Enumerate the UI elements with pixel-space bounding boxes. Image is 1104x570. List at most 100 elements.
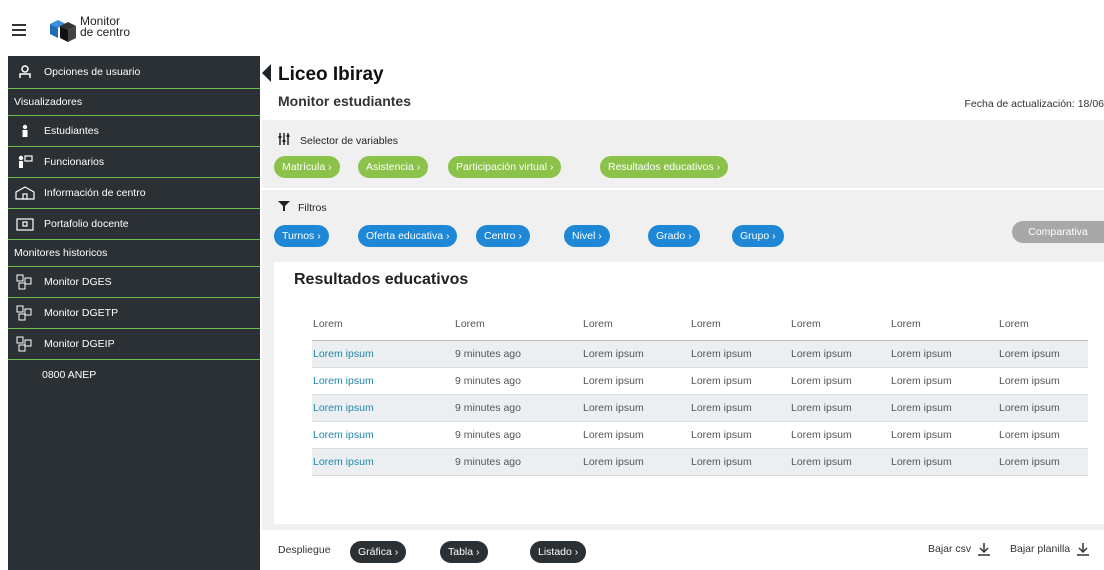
page-header: Liceo Ibiray Monitor estudiantes Fecha d…: [262, 56, 1104, 120]
sidebar-item-label: Monitor DGES: [44, 276, 112, 288]
download-icon: [978, 543, 991, 556]
student-icon: [14, 124, 36, 138]
table-cell: 9 minutes ago: [454, 448, 582, 476]
menu-icon[interactable]: [12, 24, 26, 36]
download-csv-label: Bajar csv: [928, 543, 972, 555]
sliders-icon: [278, 132, 292, 149]
filters-heading: Filtros: [278, 200, 327, 215]
table-row[interactable]: Lorem ipsum 9 minutes ago Lorem ipsum Lo…: [312, 448, 1088, 476]
results-card: Resultados educativos Lorem Lorem Lorem …: [274, 262, 1104, 524]
table-cell: Lorem ipsum: [998, 367, 1088, 395]
page-title: Liceo Ibiray: [278, 64, 384, 85]
sidebar-item-monitor-dges[interactable]: Monitor DGES: [8, 267, 260, 298]
filter-nivel[interactable]: Nivel ›: [564, 225, 610, 247]
table-cell: Lorem ipsum: [582, 448, 690, 476]
column-header[interactable]: Lorem: [454, 308, 582, 341]
sidebar-item-label: Funcionarios: [44, 156, 105, 168]
table-cell: Lorem ipsum: [690, 367, 790, 395]
table-cell: Lorem ipsum: [998, 448, 1088, 476]
view-grafica-button[interactable]: Gráfica ›: [350, 541, 407, 563]
table-cell: Lorem ipsum: [890, 421, 998, 449]
filter-turnos[interactable]: Turnos ›: [274, 225, 329, 247]
table-cell: Lorem ipsum: [690, 448, 790, 476]
table-row[interactable]: Lorem ipsum 9 minutes ago Lorem ipsum Lo…: [312, 394, 1088, 422]
table-cell: Lorem ipsum: [582, 421, 690, 449]
logo-icon: [50, 20, 76, 42]
variable-selector-label: Selector de variables: [300, 134, 399, 147]
divider: [262, 188, 1104, 190]
sidebar: Opciones de usuario Visualizadores Estud…: [8, 56, 260, 570]
filter-grupo[interactable]: Grupo ›: [732, 225, 784, 247]
table-cell: 9 minutes ago: [454, 367, 582, 395]
column-header[interactable]: Lorem: [690, 308, 790, 341]
sidebar-item-monitor-dgeip[interactable]: Monitor DGEIP: [8, 329, 260, 360]
pill-asistencia[interactable]: Asistencia ›: [358, 156, 429, 178]
table-cell-link[interactable]: Lorem ipsum: [312, 394, 454, 422]
table-cell: Lorem ipsum: [690, 394, 790, 422]
sidebar-item-label: Información de centro: [44, 187, 146, 199]
filter-icon: [278, 200, 290, 215]
view-tabla-button[interactable]: Tabla ›: [440, 541, 488, 563]
table-cell: Lorem ipsum: [790, 448, 890, 476]
column-header[interactable]: Lorem: [890, 308, 998, 341]
download-csv-button[interactable]: Bajar csv: [928, 542, 991, 556]
table-cell: Lorem ipsum: [790, 421, 890, 449]
table-cell: Lorem ipsum: [890, 394, 998, 422]
table-cell: Lorem ipsum: [790, 394, 890, 422]
download-sheet-button[interactable]: Bajar planilla: [1010, 542, 1090, 556]
sidebar-item-monitor-dgetp[interactable]: Monitor DGETP: [8, 298, 260, 329]
filter-oferta-educativa[interactable]: Oferta educativa ›: [358, 225, 458, 247]
compare-button[interactable]: Comparativa: [1012, 221, 1104, 243]
sidebar-section-historic: Monitores historicos: [8, 240, 260, 267]
cubes-icon: [14, 336, 36, 352]
column-header[interactable]: Lorem: [998, 308, 1088, 341]
table-cell: Lorem ipsum: [582, 367, 690, 395]
variable-selector-heading: Selector de variables: [278, 132, 398, 149]
results-table: Lorem Lorem Lorem Lorem Lorem Lorem Lore…: [312, 308, 1088, 476]
sidebar-item-informacion-centro[interactable]: Información de centro: [8, 178, 260, 209]
main-content: Liceo Ibiray Monitor estudiantes Fecha d…: [262, 56, 1104, 570]
table-cell: 9 minutes ago: [454, 340, 582, 368]
table-row[interactable]: Lorem ipsum 9 minutes ago Lorem ipsum Lo…: [312, 421, 1088, 449]
table-cell: Lorem ipsum: [790, 340, 890, 368]
collapse-arrow-icon[interactable]: [262, 64, 271, 82]
table-cell-link[interactable]: Lorem ipsum: [312, 448, 454, 476]
sidebar-item-user-options[interactable]: Opciones de usuario: [8, 56, 260, 89]
filter-grado[interactable]: Grado ›: [648, 225, 700, 247]
page-subtitle: Monitor estudiantes: [278, 93, 412, 109]
sidebar-item-estudiantes[interactable]: Estudiantes: [8, 116, 260, 147]
display-footer: Despliegue Gráfica › Tabla › Listado › B…: [262, 530, 1104, 570]
table-cell: Lorem ipsum: [890, 340, 998, 368]
table-cell: Lorem ipsum: [998, 394, 1088, 422]
filter-centro[interactable]: Centro ›: [476, 225, 530, 247]
staff-icon: [14, 155, 36, 169]
column-header[interactable]: Lorem: [790, 308, 890, 341]
sidebar-item-funcionarios[interactable]: Funcionarios: [8, 147, 260, 178]
table-cell-link[interactable]: Lorem ipsum: [312, 340, 454, 368]
portfolio-icon: [14, 217, 36, 231]
column-header[interactable]: Lorem: [582, 308, 690, 341]
table-cell: Lorem ipsum: [690, 340, 790, 368]
table-header-row: Lorem Lorem Lorem Lorem Lorem Lorem Lore…: [312, 308, 1088, 341]
table-row[interactable]: Lorem ipsum 9 minutes ago Lorem ipsum Lo…: [312, 367, 1088, 395]
table-cell: Lorem ipsum: [890, 448, 998, 476]
update-date: Fecha de actualización: 18/06: [964, 98, 1104, 110]
sidebar-item-label: Monitor DGEIP: [44, 338, 115, 350]
pill-resultados-educativos[interactable]: Resultados educativos ›: [600, 156, 729, 178]
pill-matricula[interactable]: Matrícula ›: [274, 156, 340, 178]
sidebar-item-label: Opciones de usuario: [44, 66, 141, 78]
table-cell-link[interactable]: Lorem ipsum: [312, 367, 454, 395]
brand-name: Monitor de centro: [80, 15, 131, 39]
view-listado-button[interactable]: Listado ›: [530, 541, 587, 563]
results-title: Resultados educativos: [294, 271, 469, 288]
table-cell: 9 minutes ago: [454, 421, 582, 449]
user-icon: [14, 65, 36, 79]
pill-participacion-virtual[interactable]: Participación virtual ›: [448, 156, 562, 178]
download-sheet-label: Bajar planilla: [1010, 543, 1071, 555]
table-cell-link[interactable]: Lorem ipsum: [312, 421, 454, 449]
school-icon: [14, 186, 36, 200]
brand-line2: de centro: [80, 25, 131, 39]
column-header[interactable]: Lorem: [312, 308, 454, 341]
sidebar-item-portafolio-docente[interactable]: Portafolio docente: [8, 209, 260, 240]
table-row[interactable]: Lorem ipsum 9 minutes ago Lorem ipsum Lo…: [312, 340, 1088, 368]
